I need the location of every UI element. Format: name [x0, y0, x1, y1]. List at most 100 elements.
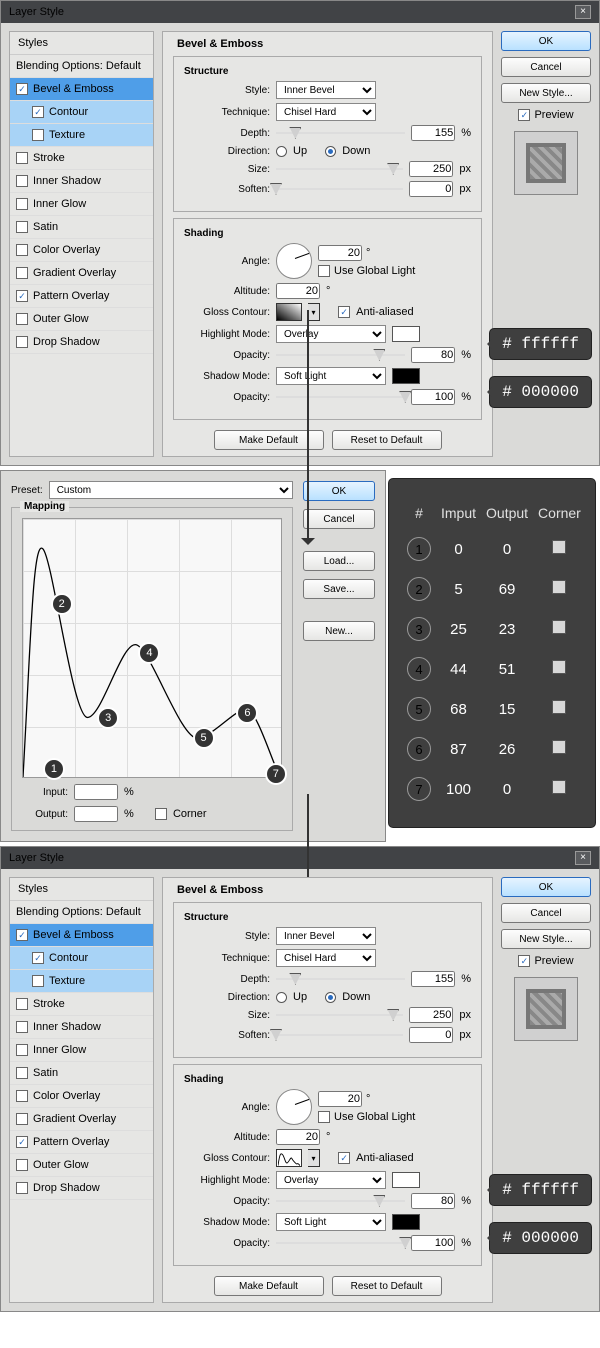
contour-new-button[interactable]: New...	[303, 621, 375, 641]
checkbox[interactable]	[16, 1044, 28, 1056]
shadow-mode-select[interactable]: Soft Light	[276, 367, 386, 385]
contour-ok-button[interactable]: OK	[303, 481, 375, 501]
style-row-gradient-overlay[interactable]: Gradient Overlay	[10, 262, 153, 285]
checkbox[interactable]	[16, 929, 28, 941]
style-row-stroke[interactable]: Stroke	[10, 147, 153, 170]
highlight-color-swatch[interactable]	[392, 326, 420, 342]
blending-options-row[interactable]: Blending Options: Default	[10, 55, 153, 78]
style-row-gradient-overlay[interactable]: Gradient Overlay	[10, 1108, 153, 1131]
angle-input[interactable]	[318, 245, 362, 261]
contour-node-7[interactable]: 7	[265, 763, 287, 785]
contour-node-5[interactable]: 5	[193, 727, 215, 749]
gloss-contour-picker[interactable]	[276, 303, 302, 321]
contour-save-button[interactable]: Save...	[303, 579, 375, 599]
close-icon[interactable]: ×	[575, 5, 591, 19]
checkbox[interactable]	[16, 198, 28, 210]
reset-default-button[interactable]: Reset to Default	[332, 430, 442, 450]
style-row-pattern-overlay[interactable]: Pattern Overlay	[10, 1131, 153, 1154]
preset-select[interactable]: Custom	[49, 481, 293, 499]
new-style-button[interactable]: New Style...	[501, 83, 591, 103]
shadow-opacity-input[interactable]	[411, 389, 455, 405]
style-row-stroke[interactable]: Stroke	[10, 993, 153, 1016]
depth-input[interactable]	[411, 125, 455, 141]
depth-slider[interactable]	[276, 126, 405, 140]
soften-input[interactable]	[409, 181, 453, 197]
contour-node-6[interactable]: 6	[236, 702, 258, 724]
contour-output-field[interactable]	[74, 806, 118, 822]
gloss-contour-picker-custom[interactable]	[276, 1149, 302, 1167]
style-row-inner-glow[interactable]: Inner Glow	[10, 193, 153, 216]
close-icon-2[interactable]: ×	[575, 851, 591, 865]
style-row-outer-glow[interactable]: Outer Glow	[10, 308, 153, 331]
style-row-satin[interactable]: Satin	[10, 216, 153, 239]
direction-up-radio[interactable]	[276, 146, 287, 157]
contour-node-4[interactable]: 4	[138, 642, 160, 664]
soften-slider[interactable]	[276, 182, 403, 196]
highlight-mode-select[interactable]: Overlay	[276, 325, 386, 343]
style-row-inner-shadow[interactable]: Inner Shadow	[10, 1016, 153, 1039]
checkbox[interactable]	[16, 1136, 28, 1148]
angle-dial[interactable]	[276, 243, 312, 279]
contour-node-3[interactable]: 3	[97, 707, 119, 729]
checkbox[interactable]	[16, 244, 28, 256]
style-select-2[interactable]: Inner Bevel	[276, 927, 376, 945]
style-row-inner-glow[interactable]: Inner Glow	[10, 1039, 153, 1062]
checkbox[interactable]	[16, 267, 28, 279]
checkbox[interactable]	[16, 1090, 28, 1102]
checkbox[interactable]	[16, 336, 28, 348]
ok-button[interactable]: OK	[501, 31, 591, 51]
style-row-inner-shadow[interactable]: Inner Shadow	[10, 170, 153, 193]
size-slider[interactable]	[276, 162, 403, 176]
contour-load-button[interactable]: Load...	[303, 551, 375, 571]
checkbox[interactable]	[32, 129, 44, 141]
contour-input-field[interactable]	[74, 784, 118, 800]
checkbox[interactable]	[16, 1159, 28, 1171]
style-row-drop-shadow[interactable]: Drop Shadow	[10, 331, 153, 354]
checkbox[interactable]	[32, 975, 44, 987]
checkbox[interactable]	[16, 290, 28, 302]
shadow-color-swatch[interactable]	[392, 368, 420, 384]
checkbox[interactable]	[32, 106, 44, 118]
style-row-bevel-emboss[interactable]: Bevel & Emboss	[10, 78, 153, 101]
style-row-contour[interactable]: Contour	[10, 947, 153, 970]
style-row-outer-glow[interactable]: Outer Glow	[10, 1154, 153, 1177]
checkbox[interactable]	[16, 1182, 28, 1194]
checkbox[interactable]	[16, 175, 28, 187]
style-row-color-overlay[interactable]: Color Overlay	[10, 1085, 153, 1108]
styles-header[interactable]: Styles	[10, 32, 153, 55]
highlight-opacity-slider[interactable]	[276, 348, 405, 362]
style-row-color-overlay[interactable]: Color Overlay	[10, 239, 153, 262]
corner-checkbox[interactable]	[155, 808, 167, 820]
style-row-contour[interactable]: Contour	[10, 101, 153, 124]
checkbox[interactable]	[16, 313, 28, 325]
style-row-pattern-overlay[interactable]: Pattern Overlay	[10, 285, 153, 308]
cancel-button[interactable]: Cancel	[501, 57, 591, 77]
size-input[interactable]	[409, 161, 453, 177]
technique-select[interactable]: Chisel Hard	[276, 103, 376, 121]
global-light-checkbox[interactable]	[318, 265, 330, 277]
checkbox[interactable]	[16, 998, 28, 1010]
checkbox[interactable]	[16, 1113, 28, 1125]
contour-curve-editor[interactable]: 1 2 3 4 5 6 7	[22, 518, 282, 778]
direction-down-radio[interactable]	[325, 146, 336, 157]
contour-cancel-button[interactable]: Cancel	[303, 509, 375, 529]
highlight-opacity-input[interactable]	[411, 347, 455, 363]
style-row-texture[interactable]: Texture	[10, 970, 153, 993]
checkbox[interactable]	[16, 152, 28, 164]
checkbox[interactable]	[16, 1067, 28, 1079]
style-row-texture[interactable]: Texture	[10, 124, 153, 147]
style-select[interactable]: Inner Bevel	[276, 81, 376, 99]
preview-checkbox[interactable]	[518, 109, 530, 121]
contour-node-1[interactable]: 1	[43, 758, 65, 780]
checkbox[interactable]	[16, 221, 28, 233]
style-row-bevel-emboss[interactable]: Bevel & Emboss	[10, 924, 153, 947]
checkbox[interactable]	[16, 83, 28, 95]
checkbox[interactable]	[16, 1021, 28, 1033]
style-row-drop-shadow[interactable]: Drop Shadow	[10, 1177, 153, 1200]
gloss-contour-dropdown[interactable]: ▾	[308, 303, 320, 321]
altitude-input[interactable]	[276, 283, 320, 299]
shadow-opacity-slider[interactable]	[276, 390, 405, 404]
contour-node-2[interactable]: 2	[51, 593, 73, 615]
style-row-satin[interactable]: Satin	[10, 1062, 153, 1085]
checkbox[interactable]	[32, 952, 44, 964]
